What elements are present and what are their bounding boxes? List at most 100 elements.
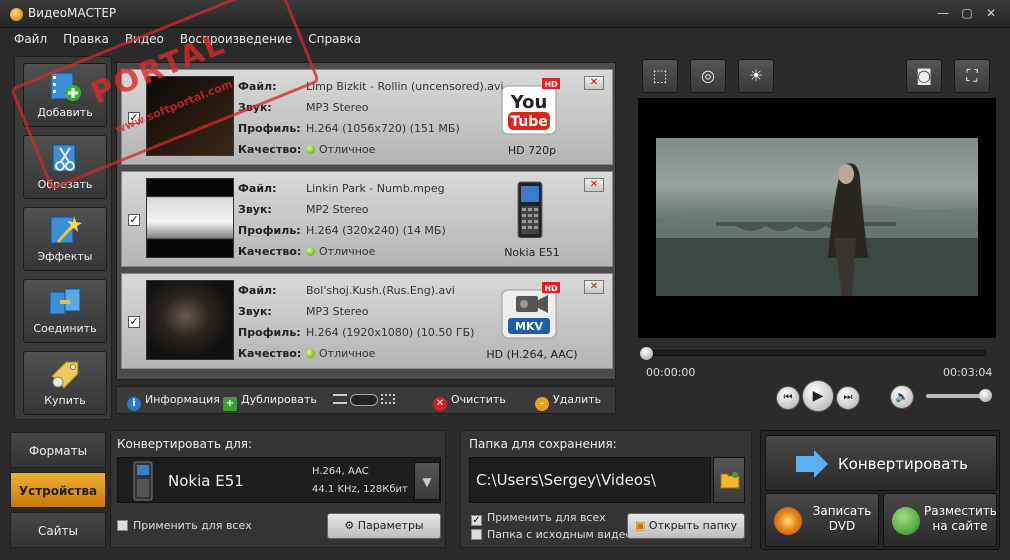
duplicate-button[interactable]: + Дублировать (223, 393, 317, 411)
quality-label: Качество: (238, 245, 302, 258)
video-preview[interactable] (638, 98, 996, 338)
delete-label: Удалить (553, 393, 602, 406)
save-path-field[interactable]: C:\Users\Sergey\Videos\ (469, 457, 711, 503)
delete-icon: – (535, 397, 549, 411)
convert-button[interactable]: Конвертировать (765, 435, 997, 491)
quality-dot-icon (306, 349, 315, 358)
remove-file-button[interactable]: ✕ (584, 178, 604, 192)
apply-all-folder-checkbox[interactable]: ✓ Применить для всех (471, 511, 606, 526)
menu-help[interactable]: Справка (300, 29, 369, 46)
list-view-icon (333, 394, 347, 404)
checkbox-box (117, 520, 128, 531)
view-toggle[interactable] (333, 394, 395, 407)
sound-value: MP3 Stereo (306, 101, 369, 114)
device-label: HD 720p (507, 144, 557, 157)
quality-value: Отличное (306, 245, 375, 258)
mute-button[interactable]: 🔈 (890, 385, 914, 409)
remove-file-button[interactable]: ✕ (584, 76, 604, 90)
tab-formats[interactable]: Форматы (10, 432, 106, 468)
file-row[interactable]: ✓ Файл: Linkin Park - Numb.mpeg Звук: MP… (121, 171, 613, 267)
info-button[interactable]: i Информация (127, 393, 220, 411)
quality-text: Отличное (319, 347, 376, 360)
device-spec-audio: 44.1 KHz, 128Кбит (312, 484, 408, 495)
file-name: Bol'shoj.Kush.(Rus.Eng).avi (306, 284, 455, 297)
file-row[interactable]: ✓ Файл: Bol'shoj.Kush.(Rus.Eng).avi Звук… (121, 273, 613, 369)
fullscreen-button[interactable]: ⛶ (954, 59, 990, 93)
save-folder-panel: Папка для сохранения: C:\Users\Sergey\Vi… (460, 430, 752, 548)
next-button[interactable]: ⏭ (836, 386, 860, 410)
parameters-label: Параметры (357, 519, 424, 532)
volume-icon: 🔈 (895, 390, 909, 403)
file-checkbox[interactable]: ✓ (128, 316, 140, 328)
clear-icon: ✕ (433, 397, 447, 411)
next-icon: ⏭ (843, 392, 853, 403)
apply-all-label: Применить для всех (133, 519, 252, 532)
arrow-convert-icon (796, 450, 828, 478)
file-checkbox[interactable]: ✓ (128, 214, 140, 226)
tab-devices[interactable]: Устройства (10, 472, 106, 508)
quality-label: Качество: (238, 347, 302, 360)
target-icon: ◎ (701, 66, 715, 85)
quality-value: Отличное (306, 347, 375, 360)
profile-value: H.264 (320x240) (14 МБ) (306, 224, 446, 237)
join-button[interactable]: Соединить (23, 279, 107, 343)
convert-title: Конвертировать для: (117, 437, 253, 451)
effects-button[interactable]: Эффекты (23, 207, 107, 271)
film-join-icon (49, 288, 81, 315)
menu-file[interactable]: Файл (0, 29, 55, 46)
burn-dvd-button[interactable]: Записать DVD (765, 493, 879, 547)
preview-toolbar: ⬚ ◎ ☀ ◙ ⛶ (636, 56, 1002, 96)
maximize-button[interactable]: ▢ (958, 5, 976, 21)
crop-button[interactable]: ⬚ (642, 59, 678, 93)
device-selector[interactable]: Nokia E51 H.264, AAC 44.1 KHz, 128Кбит ▼ (117, 457, 441, 503)
device-label: HD (H.264, AAC) (486, 348, 578, 361)
minimize-button[interactable]: — (934, 5, 952, 21)
video-scene-image (656, 163, 978, 296)
duplicate-icon: + (223, 397, 237, 411)
sound-value: MP3 Stereo (306, 305, 369, 318)
remove-file-button[interactable]: ✕ (584, 280, 604, 294)
duplicate-label: Дублировать (241, 393, 317, 406)
list-toolbar: i Информация + Дублировать ✕ Очистить – Удал… (116, 386, 616, 414)
fullscreen-icon: ⛶ (966, 66, 978, 85)
parameters-button[interactable]: ⚙ Параметры (327, 513, 441, 539)
dropdown-arrow-icon: ▼ (422, 475, 432, 489)
quality-dot-icon (306, 247, 315, 256)
browse-folder-button[interactable] (713, 457, 745, 503)
play-button[interactable]: ▶ (802, 380, 834, 412)
burn-dvd-label: Записать DVD (812, 504, 872, 533)
folder-check-icon: ▣ (635, 519, 646, 532)
phone-icon[interactable] (500, 180, 560, 238)
convert-label: Конвертировать (838, 455, 969, 473)
snapshot-button[interactable]: ◙ (906, 59, 942, 93)
save-title: Папка для сохранения: (469, 437, 617, 451)
device-dropdown-button[interactable]: ▼ (414, 462, 440, 500)
publish-button[interactable]: Разместить на сайте (883, 493, 997, 547)
apply-all-device-checkbox[interactable]: Применить для всех (117, 519, 252, 532)
hd-badge: HD (544, 80, 558, 89)
brightness-button[interactable]: ☀ (738, 59, 774, 93)
quality-label: Качество: (238, 143, 302, 156)
quality-text: Отличное (319, 245, 376, 258)
youtube-hd-icon[interactable]: YouTube HD (500, 78, 560, 136)
menu-edit[interactable]: Правка (55, 29, 117, 46)
tab-sites[interactable]: Сайты (10, 512, 106, 548)
device-spec-video: H.264, AAC (312, 466, 369, 477)
stabilize-button[interactable]: ◎ (690, 59, 726, 93)
file-name: Linkin Park - Numb.mpeg (306, 182, 445, 195)
open-folder-button[interactable]: ▣ Открыть папку (627, 513, 745, 539)
source-folder-checkbox[interactable]: Папка с исходным видео (471, 528, 632, 541)
profile-label: Профиль: (238, 122, 301, 135)
volume-handle[interactable] (979, 389, 992, 402)
buy-label: Купить (44, 394, 86, 407)
video-thumbnail (146, 280, 234, 360)
info-icon: i (127, 397, 141, 411)
seek-bar[interactable] (644, 350, 986, 356)
prev-button[interactable]: ⏮ (776, 386, 800, 410)
buy-button[interactable]: Купить (23, 351, 107, 415)
delete-button[interactable]: – Удалить (535, 393, 601, 411)
seek-handle[interactable] (640, 347, 653, 360)
mkv-camera-icon[interactable]: MKV HD (500, 282, 560, 340)
clear-button[interactable]: ✕ Очистить (433, 393, 506, 411)
close-window-button[interactable]: ✕ (982, 5, 1000, 21)
